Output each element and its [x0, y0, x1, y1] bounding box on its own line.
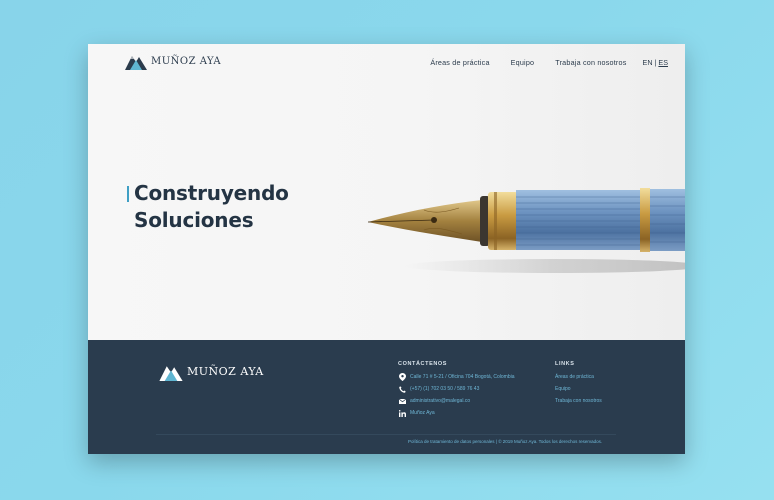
hero-title: Construyendo Soluciones	[127, 180, 289, 234]
footer-link-equipo[interactable]: Equipo	[555, 386, 571, 392]
header-logo[interactable]: MUÑOZ AYA	[125, 52, 221, 70]
footer-divider	[156, 434, 616, 435]
brand-name: MUÑOZ AYA	[151, 55, 222, 67]
nav-item-trabaja[interactable]: Trabaja con nosotros	[555, 58, 626, 67]
mountain-logo-icon	[159, 366, 183, 381]
footer-logo[interactable]: MUÑOZ AYA	[159, 362, 264, 381]
hero-title-line-2: Soluciones	[134, 208, 254, 232]
footer-legal-text[interactable]: Política de tratamiento de datos persona…	[408, 439, 602, 444]
hero-section: MUÑOZ AYA Áreas de práctica Equipo Traba…	[88, 44, 685, 340]
contact-address: Calle 71 # 5-21 / Oficina 704 Bogotá, Co…	[398, 373, 515, 381]
footer-brand-name: MUÑOZ AYA	[187, 365, 264, 378]
title-accent-bar	[127, 186, 129, 202]
links-heading: LINKS	[555, 361, 575, 367]
website-page: MUÑOZ AYA Áreas de práctica Equipo Traba…	[88, 44, 685, 454]
linkedin-link[interactable]: Muñoz Aya	[410, 410, 435, 416]
lang-separator: |	[654, 58, 657, 67]
main-nav: Áreas de práctica Equipo Trabaja con nos…	[409, 58, 668, 67]
nav-item-equipo[interactable]: Equipo	[511, 58, 535, 67]
fountain-pen-image	[367, 188, 685, 273]
hero-title-line-1: Construyendo	[134, 181, 289, 205]
lang-en-link[interactable]: EN	[643, 58, 653, 67]
phone-text: (+57) (1) 702 03 50 / 589 76 43	[410, 386, 480, 392]
location-pin-icon	[398, 373, 406, 381]
phone-icon	[398, 385, 406, 393]
contact-linkedin: Muñoz Aya	[398, 409, 435, 417]
linkedin-icon	[398, 409, 406, 417]
language-switcher: EN | ES	[643, 58, 668, 67]
address-text: Calle 71 # 5-21 / Oficina 704 Bogotá, Co…	[410, 374, 515, 380]
email-link[interactable]: administrativo@malegal.co	[410, 398, 470, 404]
mail-icon	[398, 397, 406, 405]
contact-email: administrativo@malegal.co	[398, 397, 470, 405]
lang-es-link[interactable]: ES	[658, 58, 668, 67]
site-footer: MUÑOZ AYA CONTÁCTENOS Calle 71 # 5-21 / …	[88, 340, 685, 454]
footer-link-areas[interactable]: Áreas de práctica	[555, 374, 594, 380]
mountain-logo-icon	[125, 56, 147, 70]
contact-phone: (+57) (1) 702 03 50 / 589 76 43	[398, 385, 479, 393]
footer-link-trabaja[interactable]: Trabaja con nosotros	[555, 398, 602, 404]
contact-heading: CONTÁCTENOS	[398, 361, 448, 367]
nav-item-areas[interactable]: Áreas de práctica	[430, 58, 489, 67]
